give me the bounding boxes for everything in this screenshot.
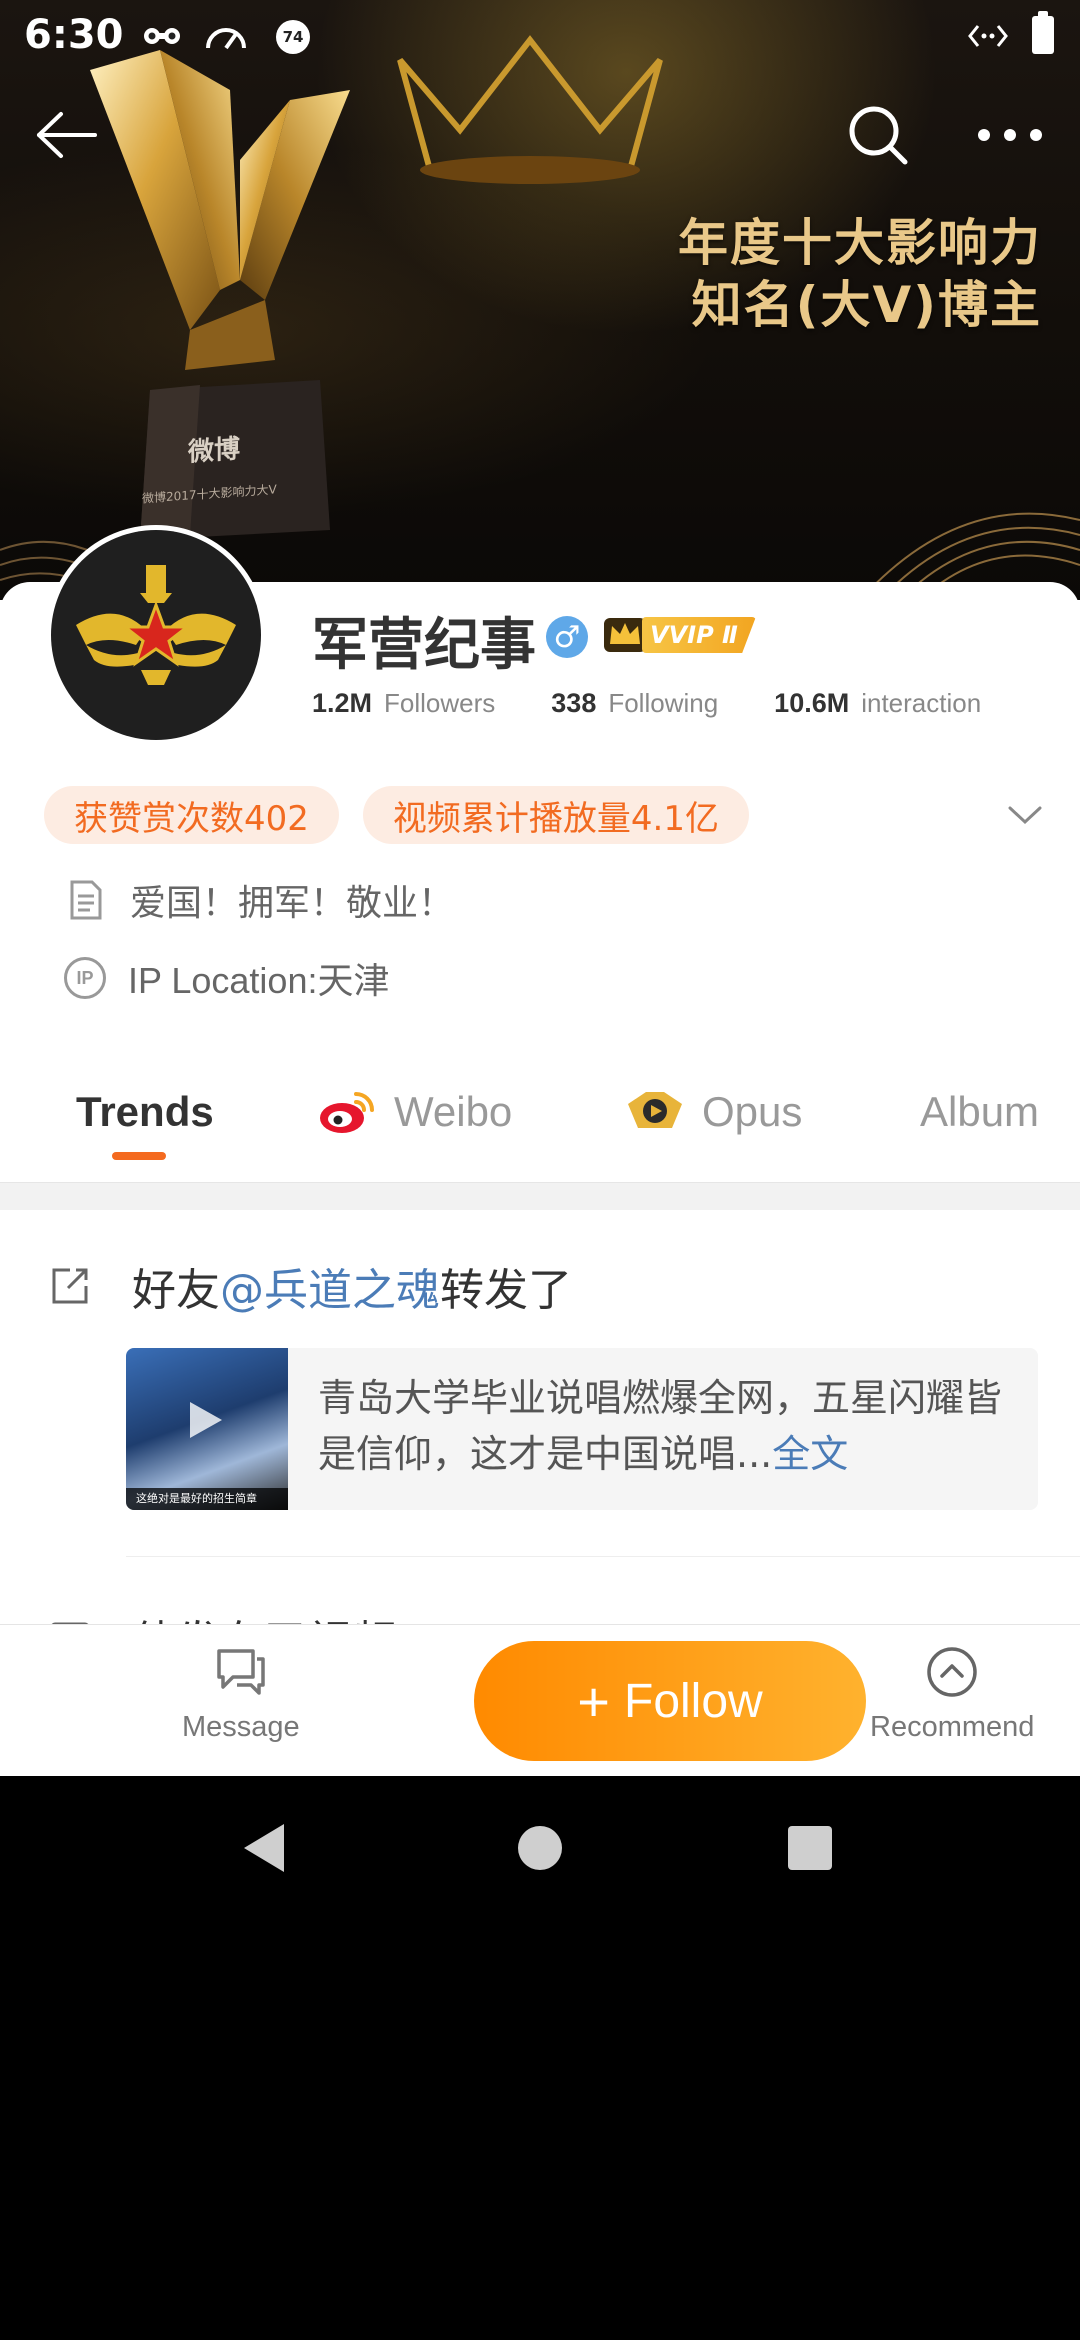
plus-icon: + — [577, 1669, 610, 1733]
stat-following[interactable]: 338 Following — [551, 688, 718, 719]
ip-location-text: IP Location:天津 — [128, 960, 390, 1001]
message-label: Message — [182, 1711, 300, 1743]
vip-badge[interactable]: VVIP Ⅱ — [602, 614, 756, 656]
bio-row: 爱国！拥军！敬业！ — [64, 874, 454, 926]
tab-opus[interactable]: Opus — [626, 1088, 802, 1136]
more-dots-icon — [978, 129, 1042, 141]
vip-crown-icon — [604, 618, 646, 652]
stat-following-label: Following — [608, 688, 719, 718]
pill-video-plays[interactable]: 视频累计播放量4.1亿 — [362, 786, 749, 844]
tab-opus-label: Opus — [702, 1088, 803, 1135]
reposted-video-card[interactable]: 这绝对是最好的招生简章 青岛大学毕业说唱燃爆全网，五星闪耀皆是信仰，这才是中国说… — [126, 1348, 1038, 1510]
data-transfer-icon — [968, 25, 1008, 47]
feed-mention-link[interactable]: @兵道之魂 — [220, 1254, 440, 1318]
search-icon — [849, 106, 908, 165]
speedometer-icon — [206, 28, 246, 50]
recommend-label: Recommend — [870, 1711, 1035, 1743]
back-arrow-icon — [37, 112, 97, 158]
trophy-image — [90, 50, 350, 540]
profile-banner[interactable]: 微博 微博2017十大影响力大V 年度十大影响力 知名(大V)博主 6:30 7… — [0, 0, 1080, 600]
nav-recents-icon[interactable] — [786, 1824, 834, 1872]
pill-reward-count[interactable]: 获赞赏次数402 — [44, 786, 339, 844]
ip-icon: IP — [64, 957, 106, 999]
message-button[interactable]: Message — [182, 1645, 300, 1744]
avatar[interactable] — [46, 525, 266, 745]
award-line-2: 知名(大V)博主 — [691, 276, 1042, 334]
back-button[interactable] — [32, 100, 102, 170]
card-text-body: 青岛大学毕业说唱燃爆全网，五星闪耀皆是信仰，这才是中国说唱... — [318, 1376, 1003, 1476]
read-full-link[interactable]: 全文 — [772, 1432, 848, 1476]
battery-icon — [1032, 11, 1054, 54]
tab-trends-label: Trends — [76, 1088, 214, 1135]
achievement-pills: 获赞赏次数402 视频累计播放量4.1亿 — [44, 786, 773, 844]
nav-home-icon[interactable] — [516, 1824, 564, 1872]
status-bar: 6:30 74 — [0, 0, 1080, 72]
weibo-logo-icon — [320, 1092, 374, 1133]
document-icon — [70, 880, 102, 920]
profile-stats: 1.2M Followers 338 Following 10.6M interact… — [312, 688, 1037, 719]
status-time: 6:30 — [24, 12, 124, 58]
feed-head-prefix: 好友 — [132, 1265, 220, 1316]
bio-text: 爱国！拥军！敬业！ — [130, 883, 455, 924]
stat-followers-label: Followers — [384, 688, 496, 718]
award-line-1: 年度十大影响力 — [678, 214, 1042, 272]
stat-following-value: 338 — [551, 688, 597, 718]
stat-interaction-value: 10.6M — [774, 688, 850, 718]
vip-level-label: VVIP Ⅱ — [642, 617, 756, 653]
profile-tabs: Trends Weibo Opus Album — [0, 1070, 1080, 1182]
follow-label: Follow — [624, 1674, 763, 1728]
repost-icon — [52, 1268, 88, 1304]
ip-location-row: IP IP Location:天津 — [64, 952, 389, 1004]
play-icon — [190, 1402, 222, 1438]
stat-interaction[interactable]: 10.6M interaction — [774, 688, 981, 719]
message-icon — [217, 1649, 265, 1695]
active-tab-indicator — [112, 1152, 166, 1160]
nav-back-icon[interactable] — [240, 1822, 288, 1874]
recommend-button[interactable]: Recommend — [870, 1645, 1034, 1744]
search-button[interactable] — [843, 100, 913, 170]
award-title: 年度十大影响力 知名(大V)博主 — [678, 212, 1042, 336]
follow-button[interactable]: + Follow — [474, 1641, 866, 1761]
more-options-button[interactable] — [975, 100, 1045, 170]
feed-separator — [126, 1556, 1080, 1557]
army-emblem-icon — [76, 565, 236, 685]
male-gender-icon: ♂ — [546, 616, 588, 658]
stat-followers-value: 1.2M — [312, 688, 373, 718]
profile-name: 军营纪事 — [312, 613, 536, 678]
tab-weibo[interactable]: Weibo — [318, 1088, 512, 1136]
video-thumbnail[interactable]: 这绝对是最好的招生简章 — [126, 1348, 288, 1510]
feed-head-suffix: 转发了 — [440, 1265, 572, 1316]
tab-album[interactable]: Album — [920, 1088, 1039, 1136]
tab-album-label: Album — [920, 1088, 1040, 1135]
feed-item-header: 好友 @兵道之魂 转发了 — [48, 1254, 572, 1318]
reposted-card-text: 青岛大学毕业说唱燃爆全网，五星闪耀皆是信仰，这才是中国说唱...全文 — [288, 1348, 1038, 1510]
bottom-action-bar: Message + Follow Recommend — [0, 1624, 1080, 1776]
notification-badge-icon: 74 — [276, 20, 310, 54]
incognito-icon — [144, 28, 180, 44]
section-divider — [0, 1182, 1080, 1210]
thumbnail-caption: 这绝对是最好的招生简章 — [126, 1488, 288, 1510]
profile-screen: 微博 微博2017十大影响力大V 年度十大影响力 知名(大V)博主 6:30 7… — [0, 0, 1080, 1776]
stat-interaction-label: interaction — [861, 688, 982, 718]
tab-trends[interactable]: Trends — [76, 1088, 214, 1136]
tab-weibo-label: Weibo — [394, 1088, 513, 1135]
trophy-brand-label: 微博 — [188, 434, 241, 468]
chevron-down-icon[interactable] — [1000, 790, 1050, 840]
chevron-up-circle-icon — [927, 1647, 977, 1697]
system-navigation-bar — [0, 1776, 1080, 1916]
stat-followers[interactable]: 1.2M Followers — [312, 688, 495, 719]
opus-logo-icon — [628, 1092, 682, 1128]
